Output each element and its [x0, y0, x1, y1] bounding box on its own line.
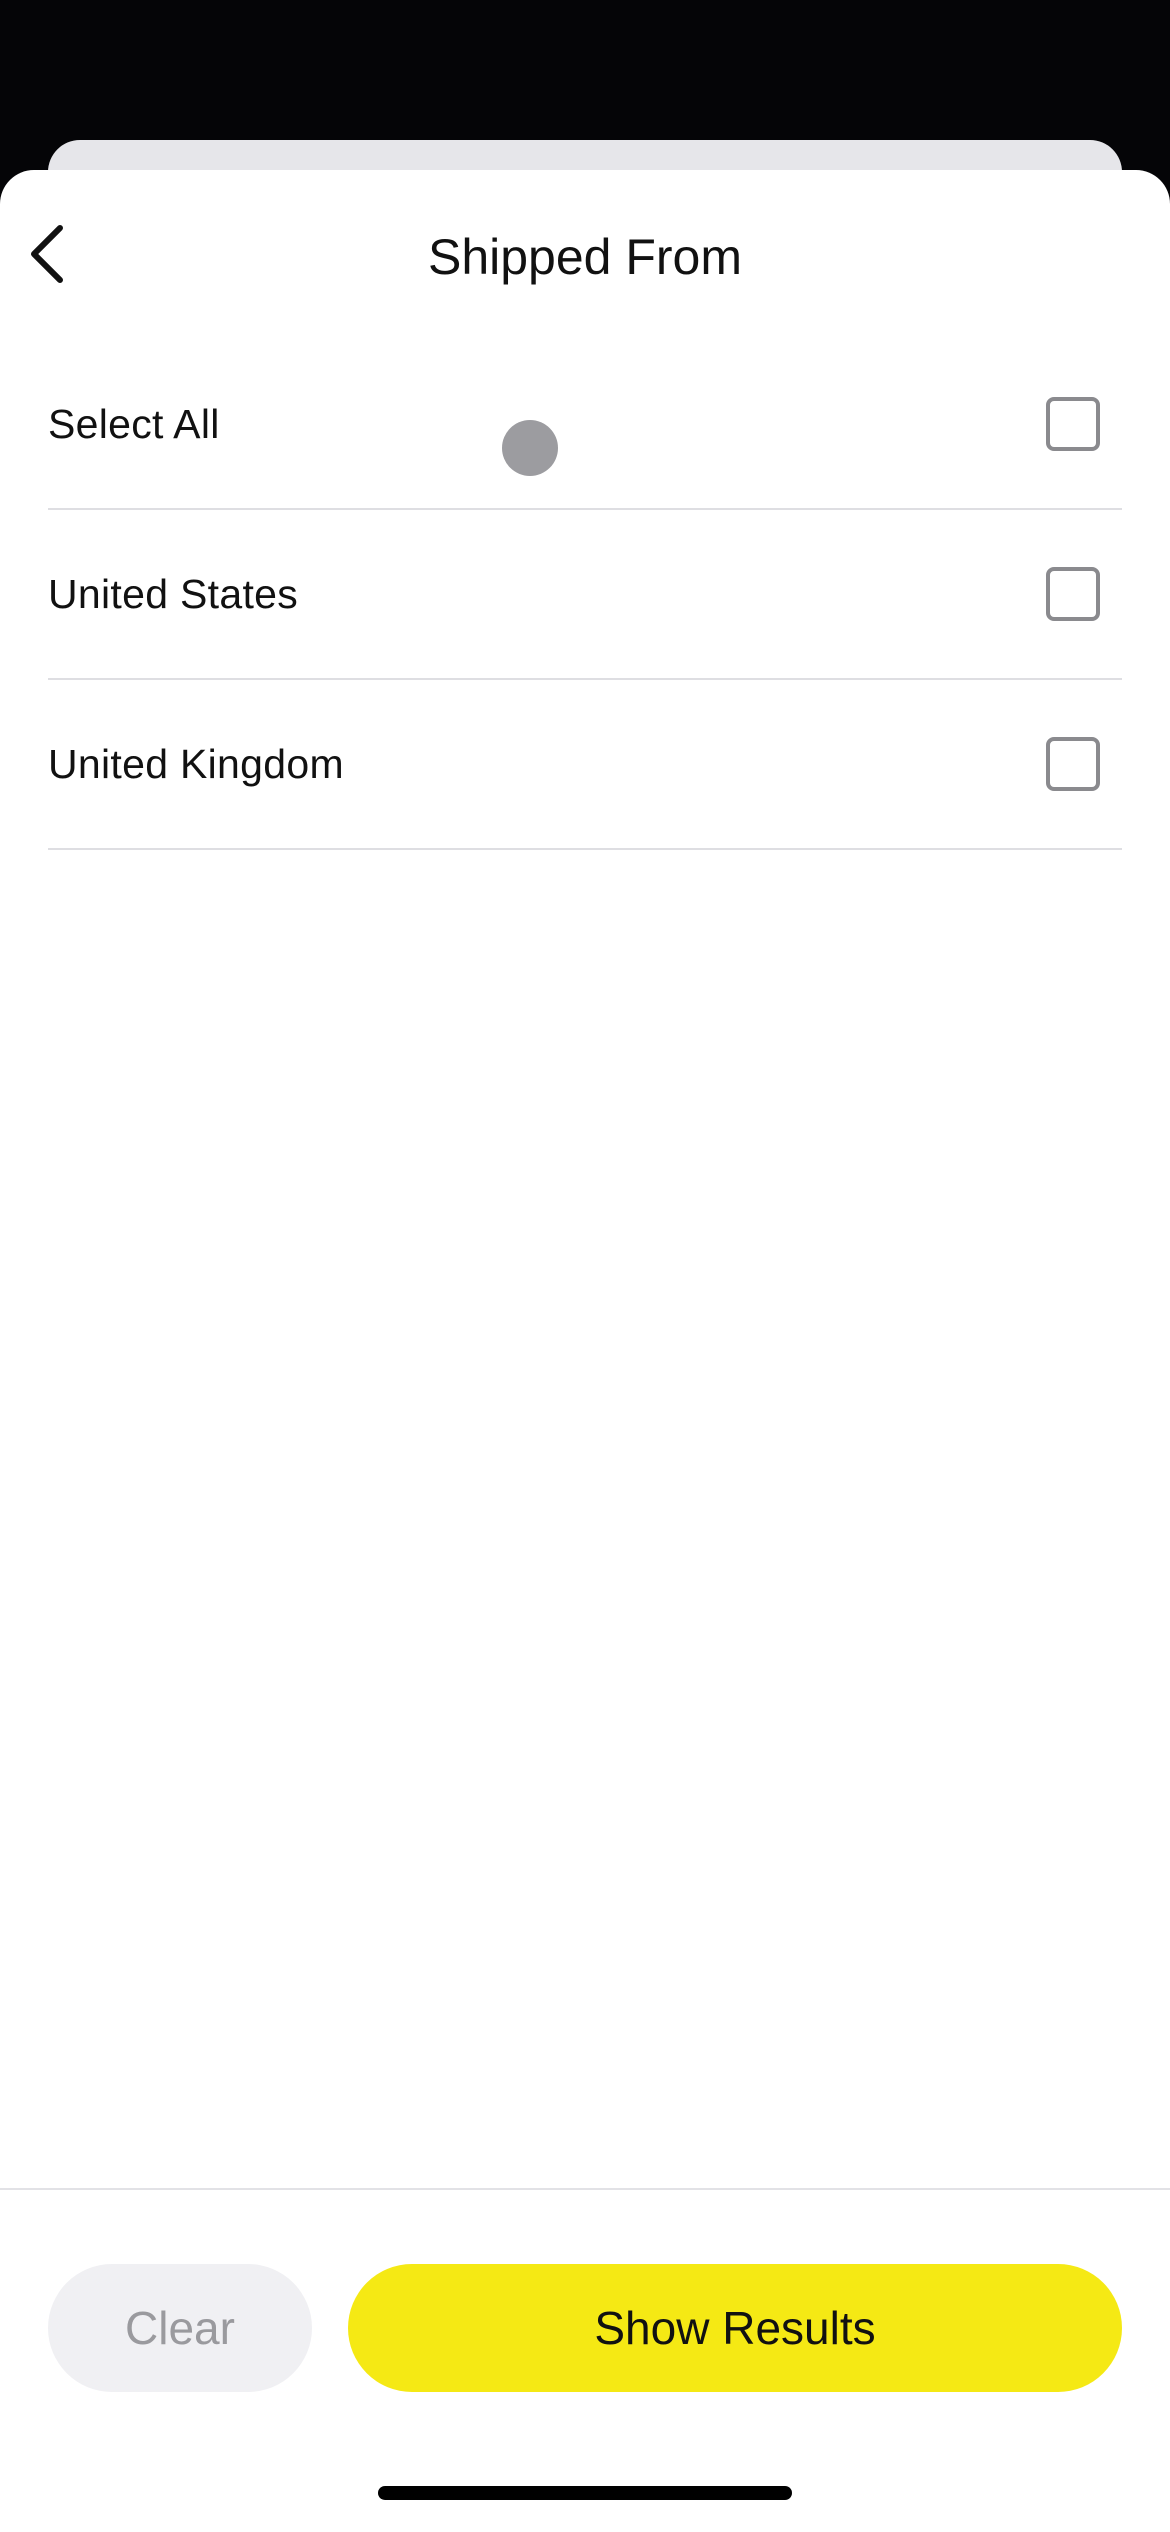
screen: Shipped From Select All United States Un… — [0, 0, 1170, 2532]
option-label: United States — [48, 570, 299, 617]
option-select-all[interactable]: Select All — [48, 340, 1122, 510]
united-states-checkbox[interactable] — [1046, 567, 1100, 621]
options-list: Select All United States United Kingdom — [48, 340, 1122, 850]
option-united-states[interactable]: United States — [48, 510, 1122, 680]
filter-sheet: Shipped From Select All United States Un… — [0, 170, 1170, 2532]
option-united-kingdom[interactable]: United Kingdom — [48, 680, 1122, 850]
sheet-footer: Clear Show Results — [0, 2188, 1170, 2532]
option-label: Select All — [48, 400, 220, 447]
select-all-checkbox[interactable] — [1046, 397, 1100, 451]
sheet-header: Shipped From — [0, 170, 1170, 340]
touch-indicator — [502, 420, 558, 476]
united-kingdom-checkbox[interactable] — [1046, 737, 1100, 791]
home-indicator[interactable] — [378, 2486, 792, 2500]
show-results-button[interactable]: Show Results — [348, 2264, 1122, 2392]
page-title: Shipped From — [427, 229, 743, 285]
option-label: United Kingdom — [48, 740, 344, 787]
clear-button[interactable]: Clear — [48, 2264, 312, 2392]
